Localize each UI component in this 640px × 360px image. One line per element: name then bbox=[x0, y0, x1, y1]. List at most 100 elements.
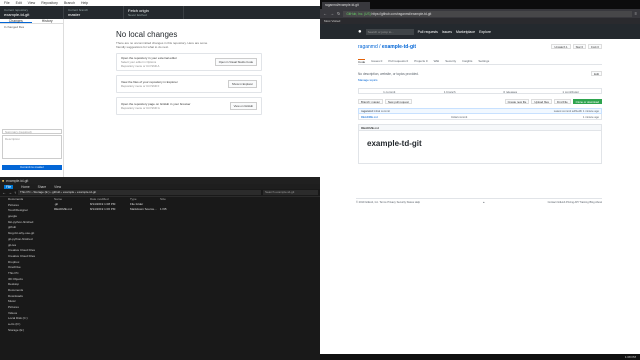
changed-files-count: 0 changed files bbox=[4, 25, 25, 29]
footer-link[interactable]: Help bbox=[415, 201, 420, 204]
taskbar-tray: 1:08 PM bbox=[320, 354, 640, 360]
github-search-input[interactable]: Search or jump to... bbox=[365, 28, 414, 35]
commit-author[interactable]: raganmd bbox=[361, 109, 373, 113]
browser-tab[interactable]: raganmd/example-td-git bbox=[322, 2, 370, 9]
url-bar[interactable]: GitHub, Inc. (US) https://github.com/rag… bbox=[343, 10, 632, 17]
explorer-search-input[interactable]: Search example-td-git bbox=[263, 190, 318, 195]
current-repo-selector[interactable]: Current repository example-td-git bbox=[0, 6, 64, 19]
repo-stats: 1 commit 1 branch 0 releases 1 contribut… bbox=[358, 88, 602, 94]
reload-icon[interactable]: ↻ bbox=[337, 11, 340, 16]
tab-issues[interactable]: Issues 0 bbox=[371, 59, 382, 64]
github-desktop-window: File Edit View Repository Branch Help Cu… bbox=[0, 0, 320, 177]
address-bar[interactable]: This PC › Storage (E:) › github › exampl… bbox=[18, 190, 261, 195]
nav-marketplace[interactable]: Marketplace bbox=[456, 30, 475, 34]
file-navigation: Branch: master New pull request Create n… bbox=[358, 99, 602, 104]
tab-pull-requests[interactable]: Pull requests 0 bbox=[388, 59, 408, 64]
file-name: README.md bbox=[54, 207, 72, 211]
open-in-editor-button[interactable]: Open in Visual Studio Code bbox=[214, 58, 257, 66]
stat-commits[interactable]: 1 commit bbox=[359, 89, 420, 94]
nav-issues[interactable]: Issues bbox=[442, 30, 452, 34]
latest-commit-info: Latest commit a4f1e3b 1 minute ago bbox=[553, 109, 599, 113]
forward-icon[interactable]: → bbox=[330, 11, 334, 16]
tab-changes[interactable]: Changes bbox=[0, 19, 32, 23]
secure-badge: GitHub, Inc. (US) bbox=[346, 11, 371, 16]
commit-button[interactable]: Commit to master bbox=[2, 165, 62, 170]
tab-insights[interactable]: Insights bbox=[462, 59, 472, 64]
tab-history[interactable]: History bbox=[32, 19, 64, 23]
footer-link[interactable]: Privacy bbox=[387, 201, 396, 204]
star-button[interactable]: Star 0 bbox=[572, 44, 587, 49]
stat-releases[interactable]: 0 releases bbox=[480, 89, 541, 94]
footer-link[interactable]: Training bbox=[579, 201, 588, 204]
ribbon-share[interactable]: Share bbox=[38, 185, 47, 189]
current-branch-selector[interactable]: Current branch master bbox=[64, 6, 124, 19]
nav-item[interactable]: Storage (E:) bbox=[0, 328, 48, 334]
file-list: Name Date modified Type Size .git 8/14/2… bbox=[50, 197, 320, 212]
tab-security[interactable]: Security bbox=[445, 59, 456, 64]
nav-explore[interactable]: Explore bbox=[479, 30, 491, 34]
menu-edit[interactable]: Edit bbox=[16, 1, 22, 5]
tab-code[interactable]: Code bbox=[358, 59, 366, 64]
forward-icon[interactable]: → bbox=[8, 190, 12, 195]
repo-content: raganmd / example-td-git Unwatch 1 Star … bbox=[358, 44, 602, 164]
readme-box: README.md example-td-git bbox=[358, 124, 602, 164]
suggestion-editor: Open the repository in your external edi… bbox=[116, 53, 262, 71]
footer-link[interactable]: Status bbox=[407, 201, 414, 204]
footer-link[interactable]: Security bbox=[397, 201, 406, 204]
fetch-origin-button[interactable]: Fetch origin Never fetched bbox=[124, 6, 184, 19]
ribbon-file[interactable]: File bbox=[4, 184, 14, 189]
tab-wiki[interactable]: Wiki bbox=[434, 59, 440, 64]
view-on-github-button[interactable]: View on GitHub bbox=[229, 102, 257, 110]
back-icon[interactable]: ← bbox=[2, 190, 6, 195]
footer-link[interactable]: Terms bbox=[380, 201, 387, 204]
tab-projects[interactable]: Projects 0 bbox=[414, 59, 427, 64]
upload-files-button[interactable]: Upload files bbox=[531, 99, 552, 104]
show-in-explorer-button[interactable]: Show in Explorer bbox=[227, 80, 257, 88]
owner-link[interactable]: raganmd bbox=[358, 44, 378, 50]
description-input[interactable]: Description bbox=[2, 135, 62, 159]
file-row[interactable]: README.md 8/14/2019 1:06 PM Markdown Sou… bbox=[50, 207, 320, 212]
toolbar: Current repository example-td-git Curren… bbox=[0, 6, 320, 19]
github-mark-icon[interactable]: ● bbox=[483, 201, 485, 204]
new-pull-request-button[interactable]: New pull request bbox=[384, 99, 412, 104]
footer-link[interactable]: Pricing bbox=[566, 201, 574, 204]
ribbon-home[interactable]: Home bbox=[21, 185, 30, 189]
clock[interactable]: 1:08 PM bbox=[625, 355, 636, 359]
ribbon-view[interactable]: View bbox=[54, 185, 61, 189]
branch-select-button[interactable]: Branch: master bbox=[358, 99, 383, 104]
github-logo-icon[interactable]: ● bbox=[358, 29, 362, 35]
find-file-button[interactable]: Find File bbox=[553, 99, 571, 104]
fork-button[interactable]: Fork 0 bbox=[588, 44, 602, 49]
tab-settings[interactable]: Settings bbox=[478, 59, 489, 64]
menu-branch[interactable]: Branch bbox=[64, 1, 75, 5]
bookmark-most-visited[interactable]: Most Visited bbox=[324, 19, 340, 23]
nav-pull-requests[interactable]: Pull requests bbox=[418, 30, 438, 34]
stat-contributors[interactable]: 1 contributor bbox=[541, 89, 602, 94]
stat-branches[interactable]: 1 branch bbox=[420, 89, 481, 94]
back-icon[interactable]: ← bbox=[323, 11, 327, 16]
navigation-pane: Documents Pictures TouchDesigner google … bbox=[0, 197, 48, 360]
menu-repository[interactable]: Repository bbox=[41, 1, 58, 5]
manage-topics-link[interactable]: Manage topics bbox=[358, 78, 602, 82]
commit-form: Summary (required) Description Commit to… bbox=[2, 129, 62, 172]
create-file-button[interactable]: Create new file bbox=[504, 99, 530, 104]
menu-view[interactable]: View bbox=[28, 1, 36, 5]
edit-button[interactable]: Edit bbox=[591, 71, 602, 76]
repo-link[interactable]: example-td-git bbox=[382, 44, 416, 50]
footer-link[interactable]: About bbox=[595, 201, 602, 204]
menu-help[interactable]: Help bbox=[81, 1, 88, 5]
menu-icon[interactable]: ≡ bbox=[635, 11, 637, 16]
unwatch-button[interactable]: Unwatch 1 bbox=[551, 44, 571, 49]
menu-file[interactable]: File bbox=[4, 1, 10, 5]
repo-file-commit[interactable]: Initial commit bbox=[451, 115, 583, 119]
commit-message[interactable]: Initial commit bbox=[374, 109, 390, 113]
current-branch-name: master bbox=[68, 12, 81, 17]
file-date: 8/14/2019 1:06 PM bbox=[90, 207, 116, 211]
repo-file-name[interactable]: README.md bbox=[361, 115, 451, 119]
footer-link[interactable]: Contact GitHub bbox=[548, 201, 566, 204]
browser-tab-strip: raganmd/example-td-git bbox=[320, 0, 640, 9]
summary-input[interactable]: Summary (required) bbox=[2, 129, 62, 134]
clone-download-button[interactable]: Clone or download bbox=[572, 99, 602, 104]
up-icon[interactable]: ↑ bbox=[14, 190, 16, 195]
footer-link[interactable]: Blog bbox=[589, 201, 594, 204]
